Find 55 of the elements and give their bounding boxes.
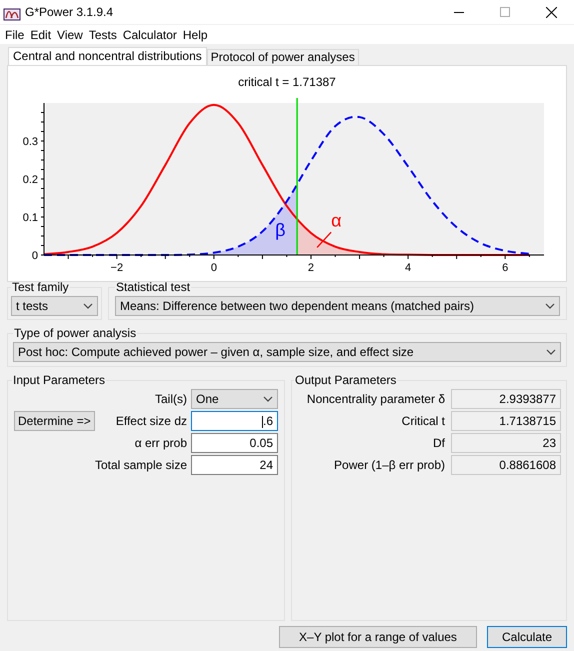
parameter-label: α err prob	[134, 435, 188, 452]
y-tick-label: 0	[32, 250, 38, 262]
chart-title: critical t = 1.71387	[238, 75, 336, 89]
input-field[interactable]: .6	[191, 411, 278, 431]
y-tick-label: 0.1	[22, 212, 38, 224]
y-tick-label: 0.2	[22, 174, 38, 186]
tails-select[interactable]: One	[191, 389, 278, 409]
test-family-select[interactable]: t tests	[11, 296, 98, 316]
menu-item[interactable]: Tests	[86, 26, 120, 44]
group-label: Test family	[11, 279, 70, 296]
menu-item[interactable]: Edit	[27, 26, 54, 44]
group-label: Output Parameters	[294, 372, 398, 389]
statistical-test-select[interactable]: Means: Difference between two dependent means (matched pairs)	[115, 296, 560, 316]
close-icon	[546, 6, 556, 18]
output-field: 2.9393877	[451, 389, 561, 409]
output-field: 1.7138715	[451, 411, 561, 431]
x-tick-label: 4	[405, 262, 412, 274]
parameter-label: Effect size dz	[114, 413, 188, 430]
parameter-label: Tail(s)	[154, 391, 188, 408]
input-field[interactable]: 24	[191, 455, 278, 475]
group-label: Input Parameters	[12, 372, 106, 389]
leader-line	[316, 232, 332, 248]
menu-item[interactable]: View	[54, 26, 86, 44]
parameter-label: Total sample size	[94, 457, 188, 474]
parameter-label: Df	[432, 435, 446, 452]
chevron-down-icon	[83, 303, 93, 309]
y-tick-label: 0.3	[22, 136, 38, 148]
x-tick-label: −2	[110, 262, 124, 274]
group-label: Type of power analysis	[13, 325, 138, 342]
menu-item[interactable]: Calculator	[120, 26, 180, 44]
maximize-icon	[500, 7, 510, 17]
chevron-down-icon	[545, 303, 555, 309]
x-tick-label: 6	[502, 262, 508, 274]
output-field: 23	[451, 433, 561, 453]
calculate-button[interactable]: Calculate	[487, 626, 567, 648]
parameter-label: Power (1–β err prob)	[333, 457, 446, 474]
tab[interactable]: Protocol of power analyses	[206, 49, 359, 65]
power-analysis-select[interactable]: Post hoc: Compute achieved power – given α, sample size, and effect size	[13, 342, 561, 362]
determine-button[interactable]: Determine =>	[14, 411, 95, 431]
menu-item[interactable]: Help	[180, 26, 211, 44]
area-label: α	[331, 210, 342, 230]
window-title: G*Power 3.1.9.4	[25, 4, 114, 21]
output-field: 0.8861608	[451, 455, 561, 475]
chevron-down-icon	[546, 349, 556, 355]
parameter-label: Critical t	[400, 413, 446, 430]
group-label: Statistical test	[115, 279, 192, 296]
parameter-label: Noncentrality parameter δ	[306, 391, 446, 408]
chevron-down-icon	[263, 396, 273, 402]
tab[interactable]: Central and noncentral distributions	[8, 47, 207, 65]
area-label: β	[275, 220, 286, 240]
x-tick-label: 2	[308, 262, 314, 274]
menu-item[interactable]: File	[2, 26, 28, 44]
xy-plot-button[interactable]: X–Y plot for a range of values	[279, 626, 477, 648]
x-tick-label: 0	[210, 262, 217, 274]
input-field[interactable]: 0.05	[191, 433, 278, 453]
